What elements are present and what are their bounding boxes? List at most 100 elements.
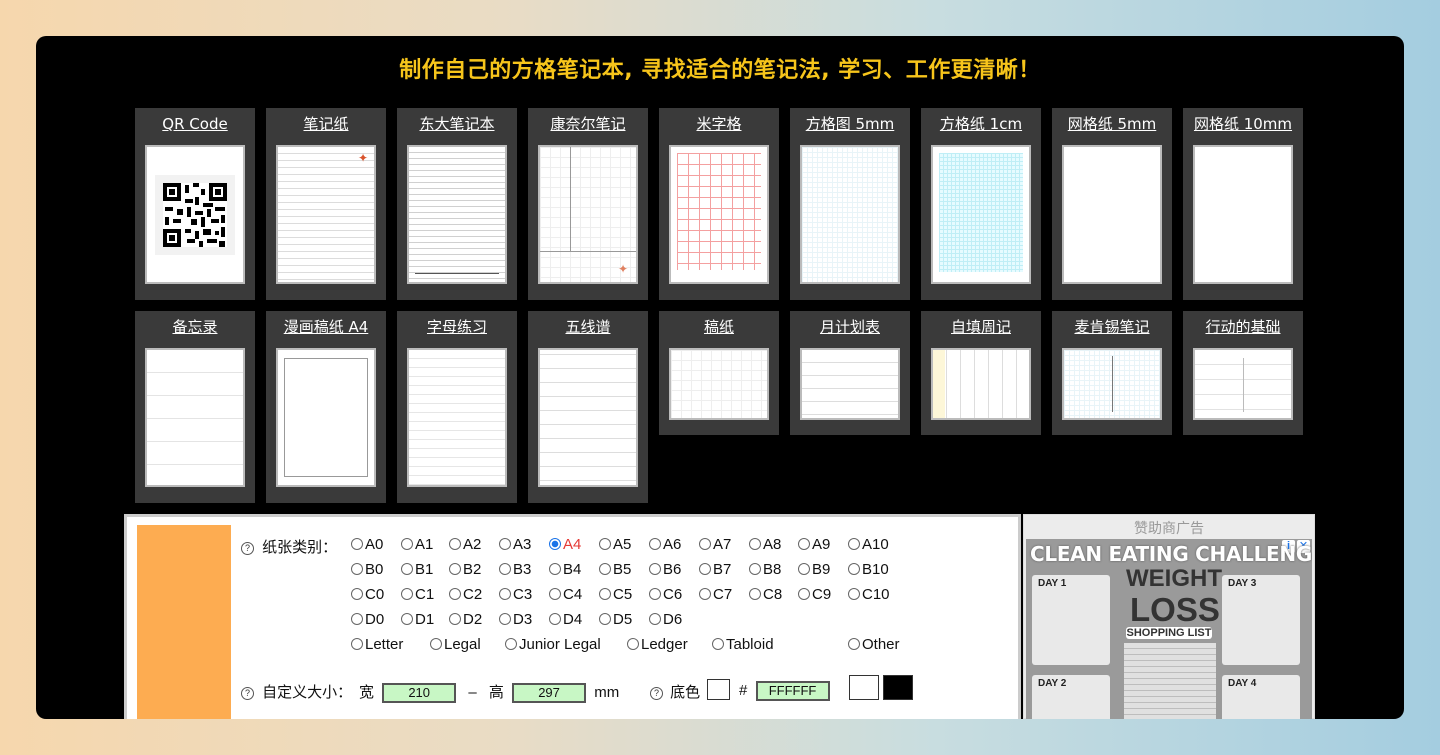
paper-size-option-d6[interactable]: D6 [649,611,682,628]
template-card-alphabet-practice[interactable]: 字母练习 [397,311,517,503]
radio-button[interactable] [449,563,461,575]
bg-color-swatch[interactable] [707,679,730,700]
template-label[interactable]: 东大笔记本 [397,114,517,134]
radio-button[interactable] [499,538,511,550]
radio-button[interactable] [599,563,611,575]
paper-size-option-d5[interactable]: D5 [599,611,632,628]
template-label[interactable]: 麦肯锡笔记 [1052,317,1172,337]
paper-size-option-b1[interactable]: B1 [401,561,433,578]
paper-size-option-c0[interactable]: C0 [351,586,384,603]
radio-button[interactable] [401,563,413,575]
template-label[interactable]: 字母练习 [397,317,517,337]
radio-button[interactable] [699,563,711,575]
paper-size-option-d0[interactable]: D0 [351,611,384,628]
radio-button[interactable] [351,638,363,650]
radio-button[interactable] [599,613,611,625]
paper-size-option-b3[interactable]: B3 [499,561,531,578]
radio-button[interactable] [449,588,461,600]
paper-size-option-d4[interactable]: D4 [549,611,582,628]
paper-size-option-a7[interactable]: A7 [699,536,731,553]
template-card-monthly-plan[interactable]: 月计划表 [790,311,910,435]
radio-button[interactable] [505,638,517,650]
radio-button[interactable] [699,538,711,550]
paper-size-option-b6[interactable]: B6 [649,561,681,578]
manga-a4-thumbnail[interactable] [276,348,376,487]
template-card-qr-code[interactable]: QR Code [135,108,255,300]
radio-button[interactable] [449,538,461,550]
template-card-action-basics[interactable]: 行动的基础 [1183,311,1303,435]
radio-button[interactable] [627,638,639,650]
paper-size-option-a8[interactable]: A8 [749,536,781,553]
paper-size-option-b8[interactable]: B8 [749,561,781,578]
mesh-10mm-thumbnail[interactable] [1193,145,1293,284]
paper-size-option-ledger[interactable]: Ledger [627,636,688,653]
paper-size-option-c7[interactable]: C7 [699,586,732,603]
qr-code-thumbnail[interactable] [145,145,245,284]
paper-size-option-a4[interactable]: A4 [549,536,581,553]
template-label[interactable]: 网格纸 5mm [1052,114,1172,134]
radio-button[interactable] [749,538,761,550]
radio-button[interactable] [649,613,661,625]
template-card-mckinsey-notes[interactable]: 麦肯锡笔记 [1052,311,1172,435]
template-label[interactable]: QR Code [135,114,255,134]
radio-button[interactable] [749,563,761,575]
radio-button[interactable] [712,638,724,650]
radio-button[interactable] [549,588,561,600]
template-label[interactable]: 康奈尔笔记 [528,114,648,134]
radio-button[interactable] [499,613,511,625]
paper-size-option-c2[interactable]: C2 [449,586,482,603]
template-card-todai-notebook[interactable]: 东大笔记本 [397,108,517,300]
template-label[interactable]: 稿纸 [659,317,779,337]
radio-button[interactable] [499,588,511,600]
template-card-memo[interactable]: 备忘录 [135,311,255,503]
help-icon[interactable]: ? [650,687,663,700]
template-label[interactable]: 方格图 5mm [790,114,910,134]
template-label[interactable]: 备忘录 [135,317,255,337]
mesh-5mm-thumbnail[interactable] [1062,145,1162,284]
paper-size-option-tabloid[interactable]: Tabloid [712,636,774,653]
paper-size-option-c9[interactable]: C9 [798,586,831,603]
template-card-grid-5mm[interactable]: 方格图 5mm [790,108,910,300]
radio-button[interactable] [649,588,661,600]
template-card-mesh-5mm[interactable]: 网格纸 5mm [1052,108,1172,300]
template-card-grid-1cm[interactable]: 方格纸 1cm [921,108,1041,300]
paper-size-option-a6[interactable]: A6 [649,536,681,553]
height-input[interactable]: 297 [512,683,587,703]
template-card-manuscript[interactable]: 稿纸 [659,311,779,435]
paper-size-option-a9[interactable]: A9 [798,536,830,553]
template-card-staff-paper[interactable]: 五线谱 [528,311,648,503]
paper-size-option-c1[interactable]: C1 [401,586,434,603]
radio-button[interactable] [699,588,711,600]
help-icon[interactable]: ? [241,687,254,700]
paper-size-option-b10[interactable]: B10 [848,561,889,578]
mizige-thumbnail[interactable] [669,145,769,284]
cornell-notes-thumbnail[interactable]: ✦ [538,145,638,284]
paper-size-option-c10[interactable]: C10 [848,586,890,603]
paper-size-option-a1[interactable]: A1 [401,536,433,553]
mckinsey-notes-thumbnail[interactable] [1062,348,1162,420]
template-label[interactable]: 漫画稿纸 A4 [266,317,386,337]
paper-size-option-a5[interactable]: A5 [599,536,631,553]
note-paper-thumbnail[interactable]: ✦ [276,145,376,284]
radio-button[interactable] [549,613,561,625]
radio-button[interactable] [749,588,761,600]
template-label[interactable]: 网格纸 10mm [1183,114,1303,134]
radio-button[interactable] [848,563,860,575]
radio-button[interactable] [401,613,413,625]
radio-button[interactable] [798,538,810,550]
template-label[interactable]: 五线谱 [528,317,648,337]
radio-button[interactable] [798,588,810,600]
black-color-preset[interactable] [883,675,913,700]
paper-size-option-c4[interactable]: C4 [549,586,582,603]
template-label[interactable]: 笔记纸 [266,114,386,134]
radio-button[interactable] [449,613,461,625]
sponsor-ad[interactable]: 赞助商广告 i✕ CLEAN EATING CHALLENGE FOR DAY … [1023,514,1315,719]
grid-5mm-thumbnail[interactable] [800,145,900,284]
grid-1cm-thumbnail[interactable] [931,145,1031,284]
template-label[interactable]: 方格纸 1cm [921,114,1041,134]
radio-button[interactable] [401,588,413,600]
radio-button[interactable] [649,563,661,575]
paper-size-option-other[interactable]: Other [848,636,900,653]
weekly-journal-thumbnail[interactable] [931,348,1031,420]
paper-size-option-c6[interactable]: C6 [649,586,682,603]
